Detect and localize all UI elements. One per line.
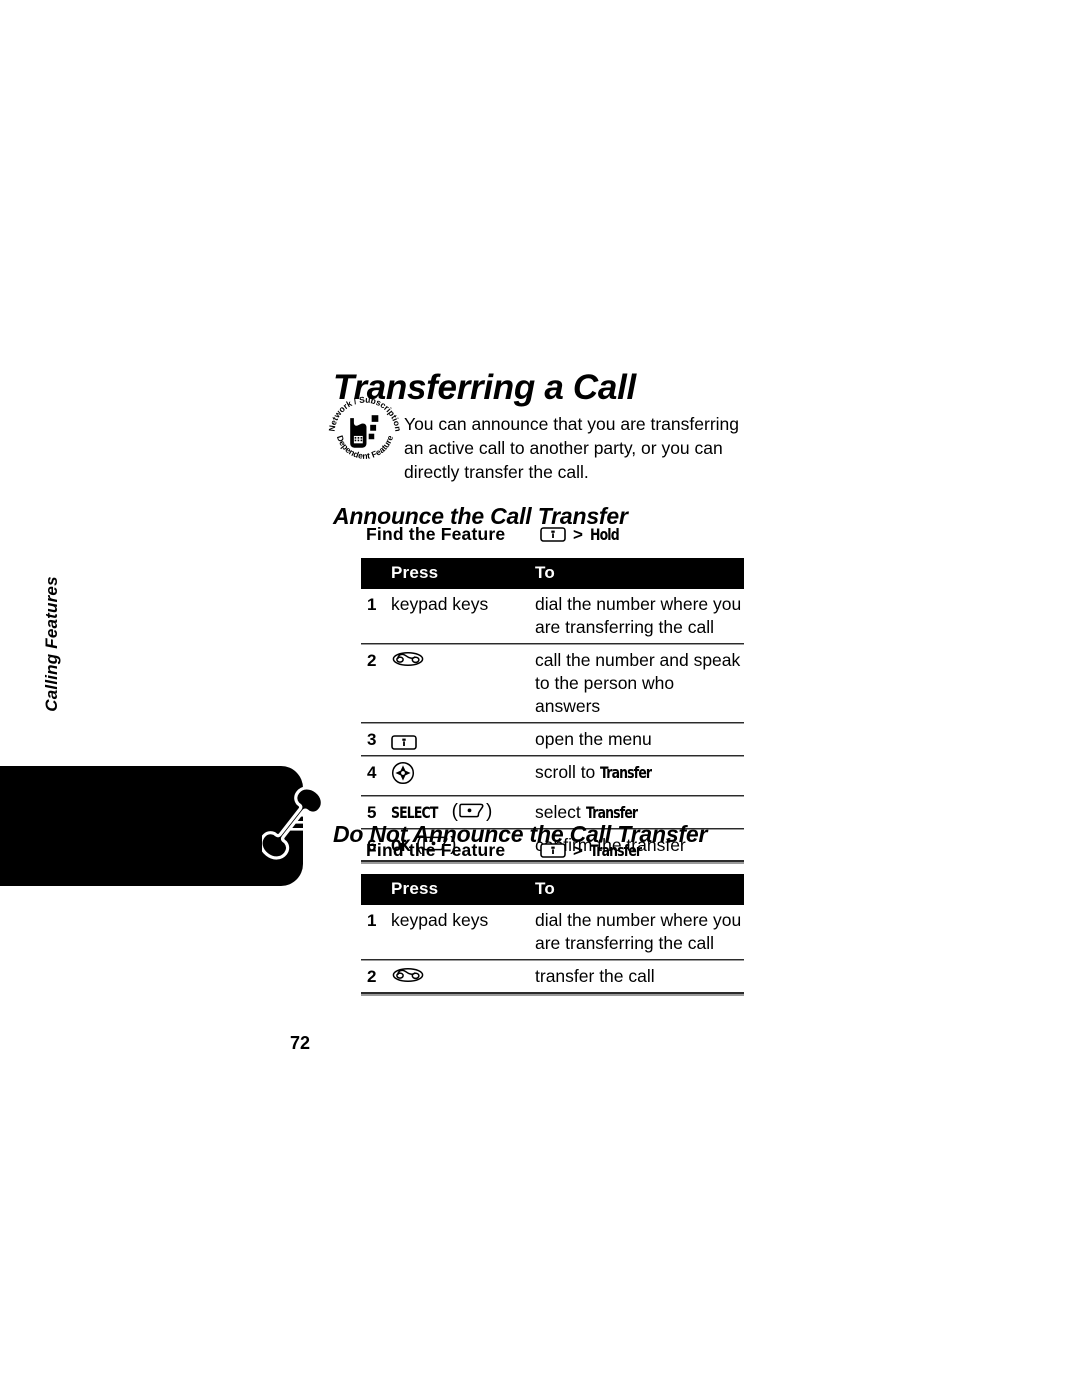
menu-key-icon bbox=[391, 733, 417, 750]
step-press bbox=[388, 644, 528, 724]
step-number: 2 bbox=[361, 960, 388, 996]
softkey-label: SELECT bbox=[391, 802, 438, 822]
step-to: dial the number where you are transferri… bbox=[528, 905, 744, 961]
header-press: Press bbox=[388, 874, 528, 905]
step-to: open the menu bbox=[528, 723, 744, 757]
to-text: call the number and speak to the person … bbox=[535, 650, 741, 716]
step-press bbox=[388, 960, 528, 996]
press-text: keypad keys bbox=[391, 594, 489, 614]
send-key-icon bbox=[391, 650, 425, 673]
step-press bbox=[388, 756, 528, 797]
step-press: keypad keys bbox=[388, 905, 528, 961]
to-text: dial the number where you are transferri… bbox=[535, 594, 742, 637]
step-number: 1 bbox=[361, 905, 388, 961]
step-to: transfer the call bbox=[528, 960, 744, 996]
network-dependent-feature-icon: Network / Subscription Dependent Feature bbox=[328, 394, 402, 460]
paren-close: ) bbox=[485, 800, 493, 822]
to-text-bold: Transfer bbox=[600, 763, 652, 782]
step-to: scroll to Transfer bbox=[528, 756, 744, 797]
step-number: 4 bbox=[361, 756, 388, 797]
table-row: 1 keypad keys dial the number where you … bbox=[361, 589, 744, 645]
step-to: call the number and speak to the person … bbox=[528, 644, 744, 724]
header-press: Press bbox=[388, 558, 528, 589]
to-text: open the menu bbox=[535, 729, 652, 749]
table-header-row: Press To bbox=[361, 558, 744, 589]
table-row: 3 open the menu bbox=[361, 723, 744, 757]
sidebar-section-label: Calling Features bbox=[42, 576, 61, 712]
intro-paragraph: You can announce that you are transferri… bbox=[404, 413, 740, 482]
header-to: To bbox=[528, 874, 744, 905]
step-number: 3 bbox=[361, 723, 388, 757]
find-the-feature-row-announce: Find the Feature > Hold bbox=[366, 522, 627, 546]
step-to: dial the number where you are transferri… bbox=[528, 589, 744, 645]
path-separator: > bbox=[573, 840, 583, 860]
find-the-feature-path: > Hold bbox=[540, 525, 627, 544]
table-header-row: Press To bbox=[361, 874, 744, 905]
to-text: select bbox=[535, 802, 586, 822]
to-text: scroll to bbox=[535, 762, 601, 782]
header-number bbox=[361, 874, 388, 905]
header-to: To bbox=[528, 558, 744, 589]
steps-table-do-not-announce: Press To 1 keypad keys dial the number w… bbox=[361, 874, 744, 996]
page-number: 72 bbox=[290, 1033, 311, 1053]
press-text: keypad keys bbox=[391, 910, 489, 930]
send-key-icon bbox=[391, 966, 425, 989]
menu-key-icon bbox=[540, 842, 566, 858]
to-text: dial the number where you are transferri… bbox=[535, 910, 742, 953]
menu-item-name: Transfer bbox=[589, 840, 642, 860]
header-number bbox=[361, 558, 388, 589]
find-the-feature-label: Find the Feature bbox=[366, 523, 506, 544]
step-press bbox=[388, 723, 528, 757]
menu-item-name: Hold bbox=[589, 524, 620, 544]
step-number: 2 bbox=[361, 644, 388, 724]
manual-page: Calling Features Transferring a Call Net… bbox=[0, 0, 1080, 1397]
path-separator: > bbox=[573, 524, 583, 544]
to-text: transfer the call bbox=[535, 966, 655, 986]
sidebar-thumb-tab bbox=[0, 766, 303, 886]
table-row: 2 call the number and speak to the perso… bbox=[361, 644, 744, 724]
table-row: 4 scroll to Transfer bbox=[361, 756, 744, 797]
table-row: 1 keypad keys dial the number where you … bbox=[361, 905, 744, 961]
navigation-key-icon bbox=[391, 761, 415, 791]
step-press: keypad keys bbox=[388, 589, 528, 645]
find-the-feature-label: Find the Feature bbox=[366, 839, 506, 860]
steps-table-announce: Press To 1 keypad keys dial the number w… bbox=[361, 558, 744, 864]
find-the-feature-path: > Transfer bbox=[540, 841, 656, 860]
table-row: 2 transfer the call bbox=[361, 960, 744, 996]
step-number: 1 bbox=[361, 589, 388, 645]
find-the-feature-row-do-not-announce: Find the Feature > Transfer bbox=[366, 838, 656, 862]
paren-open: ( bbox=[451, 800, 458, 822]
left-soft-key-icon bbox=[459, 801, 485, 824]
menu-key-icon bbox=[540, 526, 566, 542]
